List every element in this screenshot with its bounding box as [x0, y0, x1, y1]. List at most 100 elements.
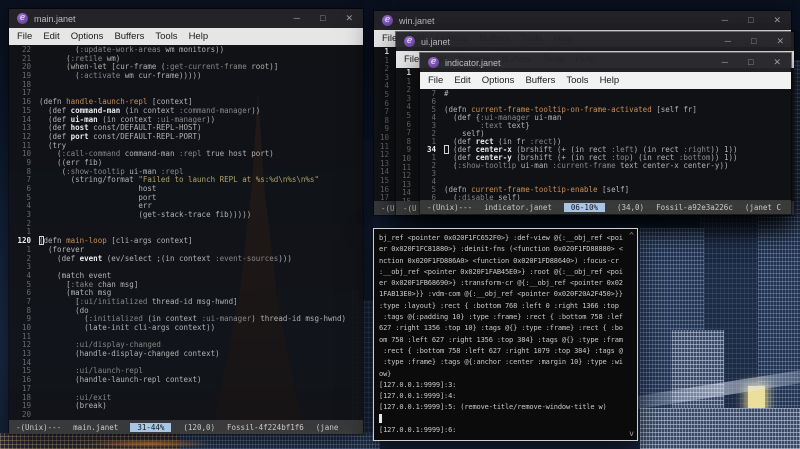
maximize-button[interactable]: □: [751, 36, 756, 47]
terminal-line: [127.0.0.1:9999]:6:: [379, 426, 457, 435]
window-indicator-janet: e indicator.janet ─ □ ✕ File Edit Options B…: [419, 52, 792, 215]
emacs-icon: e: [382, 15, 393, 26]
modeline-scroll-percent: 06-10%: [563, 202, 605, 212]
line-number: 10: [21, 149, 31, 159]
menu-item-tools[interactable]: Tools: [155, 31, 177, 42]
code-editor[interactable]: 7 #6 5 (defn current-frame-tooltip-on-frame…: [420, 89, 791, 200]
code-text: (break): [39, 401, 107, 411]
menu-item-buffers[interactable]: Buffers: [114, 31, 144, 42]
maximize-button[interactable]: □: [748, 57, 753, 68]
code-line: 20: [9, 410, 363, 420]
building-silhouette: [640, 408, 800, 449]
repl-console-window[interactable]: bj_ref <pointer 0x020F1FC652F0>} :def-vi…: [373, 228, 638, 441]
modeline-major-mode: (jane: [315, 422, 339, 432]
scroll-up-icon[interactable]: ^: [629, 231, 634, 240]
desktop: e main.janet ─ □ ✕ File Edit Options Buffer…: [0, 0, 800, 449]
minimize-button[interactable]: ─: [294, 13, 300, 24]
menu-bar: File Edit Options Buffers Tools Help: [420, 72, 791, 89]
window-main-janet: e main.janet ─ □ ✕ File Edit Options Buffer…: [8, 8, 364, 435]
menu-item-help[interactable]: Help: [189, 31, 209, 42]
terminal-line: om 758 :left 627 :right 1356 :top 384} :…: [379, 335, 623, 344]
code-line: 13 (handle-display-changed context): [9, 349, 363, 359]
menu-item-edit[interactable]: Edit: [43, 31, 59, 42]
menu-item-file[interactable]: File: [17, 31, 32, 42]
modeline-buffer-name: main.janet: [73, 422, 119, 432]
menu-item-edit[interactable]: Edit: [454, 75, 470, 86]
close-button[interactable]: ✕: [345, 13, 353, 24]
window-title: win.janet: [399, 15, 435, 26]
emacs-icon: e: [404, 36, 415, 47]
modeline-vcs-revision: Fossil-4f224bf1f6: [227, 422, 304, 432]
modeline-fragment: -(U: [381, 203, 395, 213]
emacs-icon: e: [17, 13, 28, 24]
mode-line: -(Unix)--- main.janet 31-44% (120,0) Fos…: [9, 420, 363, 434]
modeline-prefix: -(Unix)---: [16, 422, 62, 432]
code-text: #: [444, 89, 449, 98]
line-number: 9: [26, 157, 31, 167]
scroll-down-icon[interactable]: v: [629, 429, 634, 438]
titlebar[interactable]: e ui.janet ─ □ ✕: [396, 32, 794, 51]
code-text: (:activate wm cur-frame))))): [39, 71, 202, 81]
titlebar[interactable]: e win.janet ─ □ ✕: [374, 11, 791, 30]
terminal-line: er 0x020F1FB68690>} :transform-cr @{:__o…: [379, 279, 623, 288]
close-button[interactable]: ✕: [776, 36, 784, 47]
line-number: 17: [379, 193, 389, 201]
menu-item-help[interactable]: Help: [600, 75, 620, 86]
maximize-button[interactable]: □: [748, 15, 753, 26]
terminal-line: 627 :right 1356 :top 10} :tags @{} :type…: [379, 324, 623, 333]
terminal-cursor: [379, 414, 382, 424]
close-button[interactable]: ✕: [773, 15, 781, 26]
line-number: 4: [26, 201, 31, 211]
terminal-line: bj_ref <pointer 0x020F1FC652F0>} :def-vi…: [379, 234, 623, 242]
menu-item-file[interactable]: File: [404, 54, 419, 65]
minimize-button[interactable]: ─: [722, 57, 728, 68]
code-editor[interactable]: 22 (:update-work-areas wm monitors)) 21 (…: [9, 45, 363, 420]
line-number: 8: [26, 305, 31, 315]
modeline-vcs-revision: Fossil-a92e3a226c: [656, 202, 733, 212]
maximize-button[interactable]: □: [320, 13, 325, 24]
code-line: 19 (:activate wm cur-frame))))): [9, 71, 363, 81]
terminal-line: nction 0x020F1FD886A0> <function 0x020F1…: [379, 256, 623, 265]
menu-item-options[interactable]: Options: [482, 75, 515, 86]
code-line: 3: [420, 170, 791, 178]
line-number: 8: [26, 166, 31, 176]
line-number: 5: [26, 279, 31, 289]
code-line: 7 #: [420, 90, 791, 98]
mode-line: -(Unix)--- indicator.janet 06-10% (34,0)…: [420, 200, 791, 214]
terminal-cursor-line: [379, 414, 623, 425]
code-text: (def event (ev/select ;(in context :even…: [39, 253, 292, 263]
menu-item-file[interactable]: File: [428, 75, 443, 86]
code-text: (handle-display-changed context): [39, 349, 220, 359]
code-text: (late-init cli-args context)): [39, 323, 216, 332]
minimize-button[interactable]: ─: [725, 36, 731, 47]
line-number: 7: [26, 175, 31, 185]
menu-item-options[interactable]: Options: [71, 31, 104, 42]
line-number: 3: [26, 210, 31, 220]
code-text: (:show-tooltip ui-man :current-frame tex…: [444, 161, 729, 170]
modeline-cursor-position: (34,0): [616, 202, 645, 212]
close-button[interactable]: ✕: [773, 57, 781, 68]
titlebar[interactable]: e indicator.janet ─ □ ✕: [420, 53, 791, 72]
emacs-icon: e: [428, 57, 439, 68]
line-number: 3: [26, 262, 31, 272]
line-number: 2: [26, 253, 31, 263]
code-line: 3 (get-stack-trace fib))))): [9, 210, 363, 220]
modeline-fragment: -(U: [403, 203, 417, 213]
terminal-line: :type :layout} :rect { :bottom 768 :left…: [379, 301, 623, 310]
line-number: 2: [26, 218, 31, 228]
menu-item-tools[interactable]: Tools: [566, 75, 588, 86]
terminal-line: :type :frame} :tags @{:anchor :center :m…: [379, 358, 623, 367]
code-text: (handle-launch-repl context): [39, 375, 202, 385]
street-light-glow: [85, 439, 215, 448]
minimize-button[interactable]: ─: [722, 15, 728, 26]
code-line: 16 (handle-launch-repl context): [9, 375, 363, 385]
line-number: 5: [26, 192, 31, 202]
terminal-line: [127.0.0.1:9999]:4:: [379, 392, 457, 401]
menu-item-buffers[interactable]: Buffers: [525, 75, 555, 86]
terminal-line: er 0x020F1FC81880>} :deinit-fns (<functi…: [379, 245, 623, 254]
terminal-line: :rect { :bottom 758 :left 627 :right 107…: [379, 346, 623, 355]
window-title: ui.janet: [421, 36, 451, 47]
line-number: 7: [26, 296, 31, 306]
code-line: 2: [9, 218, 363, 229]
titlebar[interactable]: e main.janet ─ □ ✕: [9, 9, 363, 28]
